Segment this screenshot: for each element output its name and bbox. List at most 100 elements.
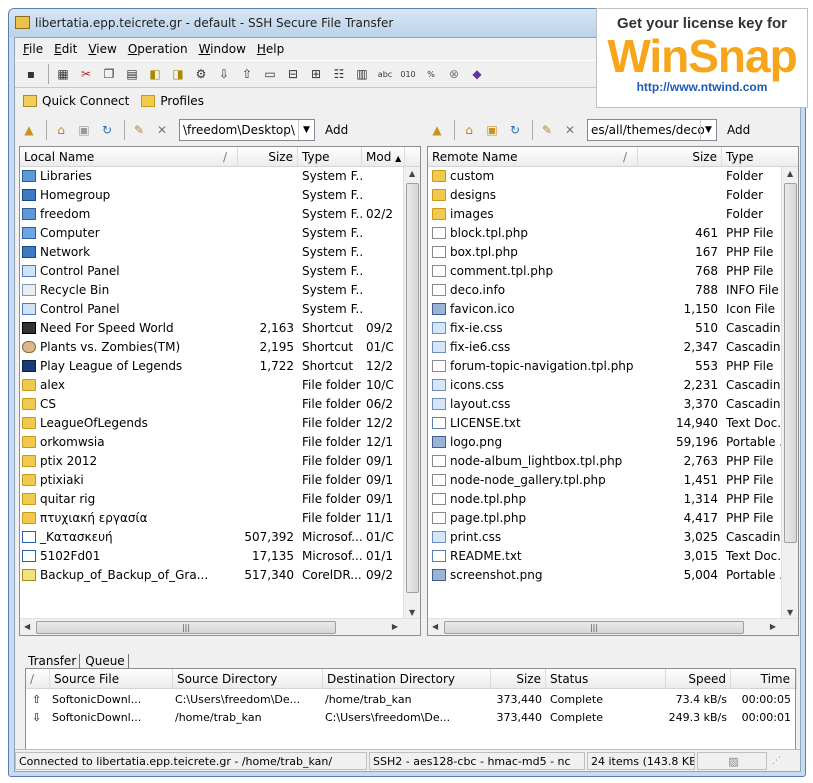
quick-connect-button[interactable]: Quick Connect — [23, 94, 129, 108]
menu-view[interactable]: View — [88, 42, 116, 56]
save-icon[interactable]: ▪ — [21, 64, 41, 84]
local-up-folder-icon[interactable]: ▲ — [19, 120, 39, 140]
scroll-thumb[interactable]: ||| — [36, 621, 336, 634]
transfer-col-speed[interactable]: Speed — [666, 669, 731, 689]
transfer-col-size[interactable]: Size — [491, 669, 546, 689]
remote-up-folder-icon[interactable]: ▲ — [427, 120, 447, 140]
view-window-icon[interactable]: ▭ — [260, 64, 280, 84]
remote-file-row[interactable]: favicon.ico 1,150 Icon File — [428, 300, 798, 319]
local-file-row[interactable]: Need For Speed World 2,163 Shortcut 09/2 — [20, 319, 420, 338]
transfer-col-direction[interactable]: ∕ — [26, 669, 50, 689]
remote-file-row[interactable]: page.tpl.php 4,417 PHP File — [428, 509, 798, 528]
menu-operation[interactable]: Operation — [128, 42, 188, 56]
local-delete-icon[interactable]: ✕ — [152, 120, 172, 140]
transfer-col-time[interactable]: Time — [731, 669, 797, 689]
local-file-row[interactable]: LeagueOfLegends File folder 12/2 — [20, 414, 420, 433]
remote-home-icon[interactable]: ⌂ — [459, 120, 479, 140]
local-file-row[interactable]: ptixiaki File folder 09/1 — [20, 471, 420, 490]
local-col-type[interactable]: Type — [298, 147, 362, 167]
stop-icon[interactable]: ⊗ — [444, 64, 464, 84]
local-file-row[interactable]: ptix 2012 File folder 09/1 — [20, 452, 420, 471]
ascii-mode-icon[interactable]: abc — [375, 64, 395, 84]
local-file-row[interactable]: alex File folder 10/C — [20, 376, 420, 395]
remote-path-combo[interactable]: es/all/themes/deco ▼ — [587, 119, 717, 141]
remote-file-row[interactable]: print.css 3,025 Cascadin... — [428, 528, 798, 547]
scroll-down-icon[interactable]: ▼ — [409, 608, 415, 617]
remote-file-row[interactable]: icons.css 2,231 Cascadin... — [428, 376, 798, 395]
transfer-row[interactable]: ⇩ SoftonicDownl... /home/trab_kan C:\Use… — [26, 709, 795, 727]
remote-delete-icon[interactable]: ✕ — [560, 120, 580, 140]
remote-file-row[interactable]: node-node_gallery.tpl.php 1,451 PHP File — [428, 471, 798, 490]
cut-icon[interactable]: ✂ — [76, 64, 96, 84]
local-home-icon[interactable]: ⌂ — [51, 120, 71, 140]
scroll-thumb[interactable]: ||| — [444, 621, 744, 634]
binary-mode-icon[interactable]: 010 — [398, 64, 418, 84]
auto-mode-icon[interactable]: % — [421, 64, 441, 84]
remote-file-row[interactable]: designs Folder — [428, 186, 798, 205]
paste-icon[interactable]: ▤ — [122, 64, 142, 84]
local-file-row[interactable]: quitar rig File folder 09/1 — [20, 490, 420, 509]
remote-file-row[interactable]: screenshot.png 5,004 Portable ... — [428, 566, 798, 585]
scroll-down-icon[interactable]: ▼ — [787, 608, 793, 617]
local-file-row[interactable]: Homegroup System F... — [20, 186, 420, 205]
scroll-right-icon[interactable]: ▶ — [770, 622, 776, 631]
local-file-row[interactable]: Computer System F... — [20, 224, 420, 243]
transfer-col-status[interactable]: Status — [546, 669, 666, 689]
resize-grip-icon[interactable]: ⋰ — [769, 752, 793, 770]
local-file-row[interactable]: 5102Fd01 17,135 Microsof... 01/1 — [20, 547, 420, 566]
transfer-col-dest-dir[interactable]: Destination Directory — [323, 669, 491, 689]
menu-window[interactable]: Window — [199, 42, 246, 56]
help-icon[interactable]: ◆ — [467, 64, 487, 84]
remote-col-type[interactable]: Type — [722, 147, 798, 167]
remote-col-size[interactable]: Size — [638, 147, 722, 167]
remote-file-row[interactable]: comment.tpl.php 768 PHP File — [428, 262, 798, 281]
menu-edit[interactable]: Edit — [54, 42, 77, 56]
local-file-row[interactable]: Control Panel System F... — [20, 262, 420, 281]
local-add-button[interactable]: Add — [325, 123, 348, 137]
details-view-icon[interactable]: ▥ — [352, 64, 372, 84]
remote-refresh-icon[interactable]: ↻ — [505, 120, 525, 140]
local-col-modified[interactable]: Mod ▲ — [362, 147, 405, 167]
remote-col-name[interactable]: Remote Name ∕ — [428, 147, 638, 167]
local-properties-icon[interactable]: ✎ — [129, 120, 149, 140]
download-icon[interactable]: ⇩ — [214, 64, 234, 84]
print-icon[interactable]: ▦ — [53, 64, 73, 84]
local-path-combo[interactable]: \freedom\Desktop\ ▼ — [179, 119, 315, 141]
remote-file-row[interactable]: LICENSE.txt 14,940 Text Doc... — [428, 414, 798, 433]
scroll-thumb[interactable] — [406, 183, 419, 593]
tab-transfer[interactable]: Transfer — [25, 654, 81, 668]
local-file-row[interactable]: Backup_of_Backup_of_Gra... 517,340 CorelDR… — [20, 566, 420, 585]
local-col-size[interactable]: Size — [238, 147, 298, 167]
remote-file-row[interactable]: fix-ie.css 510 Cascadin... — [428, 319, 798, 338]
remote-file-row[interactable]: fix-ie6.css 2,347 Cascadin... — [428, 338, 798, 357]
transfer-col-source-file[interactable]: Source File — [50, 669, 173, 689]
scroll-right-icon[interactable]: ▶ — [392, 622, 398, 631]
local-col-name[interactable]: Local Name ∕ — [20, 147, 238, 167]
transfer-col-source-dir[interactable]: Source Directory — [173, 669, 323, 689]
scroll-up-icon[interactable]: ▲ — [409, 169, 415, 178]
remote-file-row[interactable]: box.tpl.php 167 PHP File — [428, 243, 798, 262]
remote-file-row[interactable]: images Folder — [428, 205, 798, 224]
local-new-folder-icon[interactable]: ▣ — [74, 120, 94, 140]
chevron-down-icon[interactable]: ▼ — [298, 120, 314, 140]
remote-file-row[interactable]: forum-topic-navigation.tpl.php 553 PHP Fil… — [428, 357, 798, 376]
local-file-row[interactable]: orkomwsia File folder 12/1 — [20, 433, 420, 452]
local-file-row[interactable]: Plants vs. Zombies(TM) 2,195 Shortcut 01/C — [20, 338, 420, 357]
local-refresh-icon[interactable]: ↻ — [97, 120, 117, 140]
local-file-row[interactable]: CS File folder 06/2 — [20, 395, 420, 414]
remote-file-row[interactable]: layout.css 3,370 Cascadin... — [428, 395, 798, 414]
new-terminal-icon[interactable]: ◧ — [145, 64, 165, 84]
profiles-button[interactable]: Profiles — [141, 94, 204, 108]
remote-file-row[interactable]: logo.png 59,196 Portable ... — [428, 433, 798, 452]
remote-file-row[interactable]: node-album_lightbox.tpl.php 2,763 PHP File — [428, 452, 798, 471]
scroll-left-icon[interactable]: ◀ — [432, 622, 438, 631]
remote-add-button[interactable]: Add — [727, 123, 750, 137]
scroll-left-icon[interactable]: ◀ — [24, 622, 30, 631]
remote-file-row[interactable]: custom Folder — [428, 167, 798, 186]
remote-properties-icon[interactable]: ✎ — [537, 120, 557, 140]
small-icons-icon[interactable]: ⊞ — [306, 64, 326, 84]
new-file-transfer-icon[interactable]: ◨ — [168, 64, 188, 84]
local-file-row[interactable]: Libraries System F... — [20, 167, 420, 186]
upload-icon[interactable]: ⇧ — [237, 64, 257, 84]
tab-queue[interactable]: Queue — [82, 654, 129, 668]
